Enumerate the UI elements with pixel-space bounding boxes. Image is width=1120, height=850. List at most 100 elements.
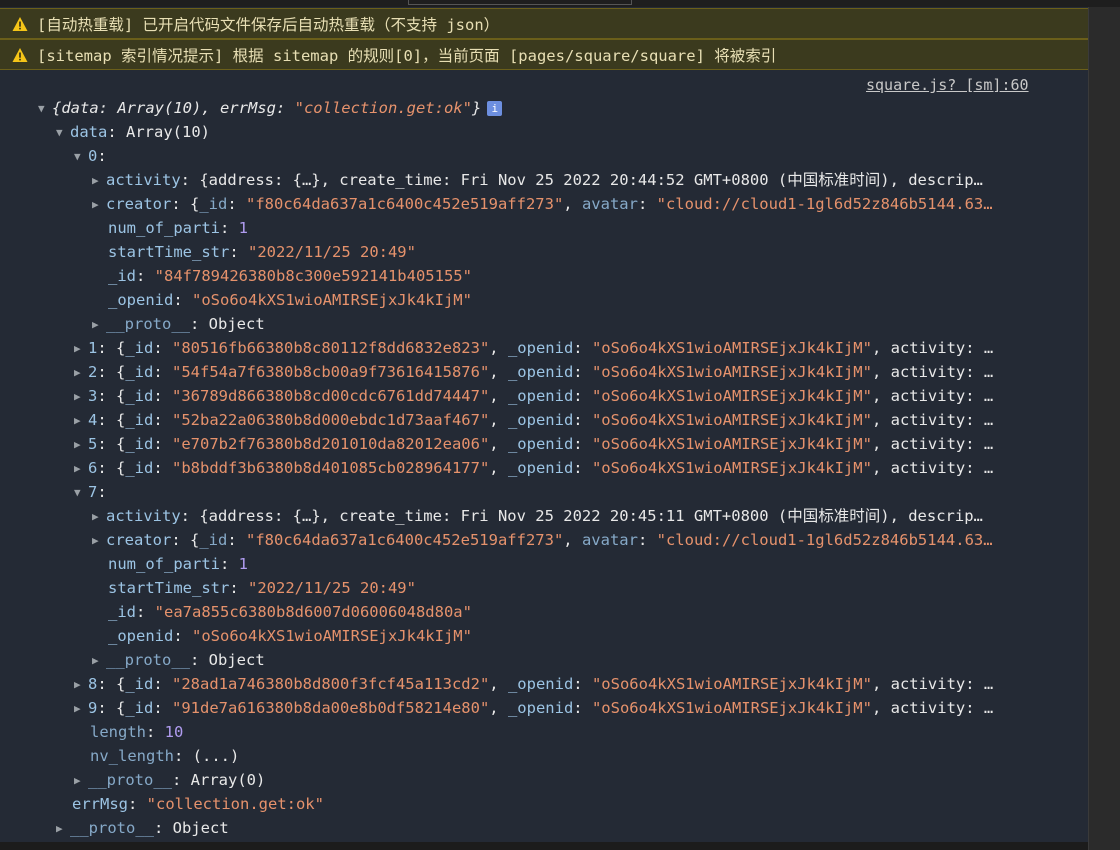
openid-key: _openid (507, 339, 574, 357)
creator-key: creator (106, 531, 172, 549)
id-value: "84f789426380b8c300e592141b405155" (154, 267, 472, 285)
item-7-openid-row: _openid: "oSo6o4kXS1wioAMIRSEjxJk4kIjM" (108, 627, 472, 645)
list-item[interactable]: ▶ 2: {_id: "54f54a7f6380b8cb00a9f73616415… (74, 360, 1054, 384)
id-key: _id (125, 411, 154, 429)
id-key: _id (125, 435, 154, 453)
id-key: _id (125, 363, 154, 381)
openid-key: _openid (507, 363, 574, 381)
list-item[interactable]: ▶ 1: {_id: "80516fb66380b8c80112f8dd6832e… (74, 336, 1054, 360)
openid-value: "oSo6o4kXS1wioAMIRSEjxJk4kIjM" (192, 291, 472, 309)
scrollbar[interactable] (1088, 7, 1120, 850)
item-7-activity-row[interactable]: ▶ activity: {address: {…}, create_time: F… (92, 504, 1052, 528)
item-0-row[interactable]: ▼ 0: (74, 144, 107, 168)
errmsg-row: errMsg: "collection.get:ok" (72, 795, 324, 813)
activity-value: {address: {…}, create_time: Fri Nov 25 2… (199, 171, 983, 189)
proto-key: __proto__ (106, 651, 190, 669)
expand-arrow-icon[interactable]: ▶ (74, 337, 88, 360)
item-index: 1 (88, 339, 98, 357)
expand-arrow-icon[interactable]: ▶ (74, 697, 88, 720)
data-key: data (70, 123, 108, 141)
expand-arrow-icon[interactable]: ▶ (56, 817, 70, 840)
openid-key: _openid (507, 675, 574, 693)
id-key: _id (108, 603, 136, 621)
id-key: _id (125, 387, 154, 405)
expand-arrow-icon[interactable]: ▶ (92, 169, 106, 192)
item-0-id-row: _id: "84f789426380b8c300e592141b405155" (108, 267, 472, 285)
list-item[interactable]: ▶ 9: {_id: "91de7a616380b8da00e8b0df58214… (74, 696, 1054, 720)
root-proto-row[interactable]: ▶ __proto__: Object (56, 816, 229, 840)
creator-id-value: "f80c64da637a1c6400c452e519aff273" (246, 531, 564, 549)
item-0-creator-row[interactable]: ▶ creator: {_id: "f80c64da637a1c6400c452e… (92, 192, 1052, 216)
openid-value: "oSo6o4kXS1wioAMIRSEjxJk4kIjM" (591, 459, 872, 477)
id-key: _id (199, 195, 228, 213)
num-of-parti-value: 1 (238, 555, 248, 573)
root-object-row[interactable]: ▼ {data: Array(10), errMsg: "collection.g… (38, 96, 503, 120)
item-0-activity-row[interactable]: ▶ activity: {address: {…}, create_time: F… (92, 168, 1052, 192)
warning-text: [自动热重载] 已开启代码文件保存后自动热重载（不支持 json） (37, 15, 500, 34)
expand-arrow-icon[interactable]: ▼ (38, 97, 52, 120)
nv-length-getter[interactable]: (...) (193, 747, 240, 765)
activity-key: activity (106, 507, 181, 525)
starttime-value: "2022/11/25 20:49" (248, 243, 416, 261)
nv-length-row[interactable]: nv_length: (...) (90, 744, 239, 768)
list-item[interactable]: ▶ 4: {_id: "52ba22a06380b8d000ebdc1d73aaf… (74, 408, 1054, 432)
item-7-num-row: num_of_parti: 1 (108, 555, 248, 573)
expand-arrow-icon[interactable]: ▶ (74, 361, 88, 384)
item-7-proto-row[interactable]: ▶ __proto__: Object (92, 648, 265, 672)
source-link[interactable]: square.js? [sm]:60 (866, 76, 1029, 94)
expand-arrow-icon[interactable]: ▶ (92, 193, 106, 216)
root-errmsg-value: "collection.get:ok" (294, 99, 472, 117)
id-key: _id (125, 459, 154, 477)
openid-value: "oSo6o4kXS1wioAMIRSEjxJk4kIjM" (591, 363, 872, 381)
info-badge-icon[interactable]: i (487, 101, 503, 116)
expand-arrow-icon[interactable]: ▶ (74, 457, 88, 480)
expand-arrow-icon[interactable]: ▶ (92, 649, 106, 672)
openid-value: "oSo6o4kXS1wioAMIRSEjxJk4kIjM" (591, 411, 872, 429)
expand-arrow-icon[interactable]: ▶ (74, 673, 88, 696)
warning-text: [sitemap 索引情况提示] 根据 sitemap 的规则[0]，当前页面 … (37, 46, 777, 65)
id-value: "54f54a7f6380b8cb00a9f73616415876" (172, 363, 490, 381)
expand-arrow-icon[interactable]: ▼ (56, 121, 70, 144)
starttime-value: "2022/11/25 20:49" (248, 579, 416, 597)
data-array-row[interactable]: ▼ data: Array(10) (56, 120, 210, 144)
expand-arrow-icon[interactable]: ▶ (74, 769, 88, 792)
item-7-creator-row[interactable]: ▶ creator: {_id: "f80c64da637a1c6400c452e… (92, 528, 1052, 552)
num-of-parti-value: 1 (238, 219, 248, 237)
id-value: "e707b2f76380b8d201010da82012ea06" (172, 435, 490, 453)
item-0-num-row: num_of_parti: 1 (108, 219, 248, 237)
creator-avatar-value: "cloud://cloud1-1gl6d52z846b5144.63… (656, 531, 993, 549)
openid-value: "oSo6o4kXS1wioAMIRSEjxJk4kIjM" (192, 627, 472, 645)
expand-arrow-icon[interactable]: ▶ (74, 409, 88, 432)
starttime-key: startTime_str (108, 579, 230, 597)
proto-value: Array(0) (190, 771, 266, 789)
expand-arrow-icon[interactable]: ▶ (92, 529, 106, 552)
openid-value: "oSo6o4kXS1wioAMIRSEjxJk4kIjM" (591, 387, 872, 405)
creator-id-value: "f80c64da637a1c6400c452e519aff273" (246, 195, 564, 213)
avatar-key: avatar (581, 531, 638, 549)
list-item[interactable]: ▶ 6: {_id: "b8bddf3b6380b8d401085cb028964… (74, 456, 1054, 480)
id-key: _id (125, 699, 154, 717)
num-of-parti-key: num_of_parti (108, 219, 220, 237)
expand-arrow-icon[interactable]: ▶ (74, 385, 88, 408)
list-item[interactable]: ▶ 8: {_id: "28ad1a746380b8d800f3fcf45a113… (74, 672, 1054, 696)
id-value: "91de7a616380b8da00e8b0df58214e80" (172, 699, 490, 717)
proto-key: __proto__ (88, 771, 172, 789)
array-proto-row[interactable]: ▶ __proto__: Array(0) (74, 768, 265, 792)
id-value: "ea7a855c6380b8d6007d06006048d80a" (154, 603, 472, 621)
item-0-proto-row[interactable]: ▶ __proto__: Object (92, 312, 265, 336)
activity-tail: activity: … (890, 435, 994, 453)
openid-key: _openid (507, 459, 574, 477)
item-7-row[interactable]: ▼ 7: (74, 480, 107, 504)
list-item[interactable]: ▶ 3: {_id: "36789d866380b8cd00cdc6761dd74… (74, 384, 1054, 408)
item-index: 7 (88, 483, 98, 501)
data-value: Array(10) (126, 123, 210, 141)
expand-arrow-icon[interactable]: ▼ (74, 481, 88, 504)
proto-key: __proto__ (70, 819, 154, 837)
list-item[interactable]: ▶ 5: {_id: "e707b2f76380b8d201010da82012e… (74, 432, 1054, 456)
expand-arrow-icon[interactable]: ▶ (92, 313, 106, 336)
length-value: 10 (164, 723, 184, 741)
expand-arrow-icon[interactable]: ▼ (74, 145, 88, 168)
expand-arrow-icon[interactable]: ▶ (74, 433, 88, 456)
expand-arrow-icon[interactable]: ▶ (92, 505, 106, 528)
activity-tail: activity: … (890, 387, 994, 405)
